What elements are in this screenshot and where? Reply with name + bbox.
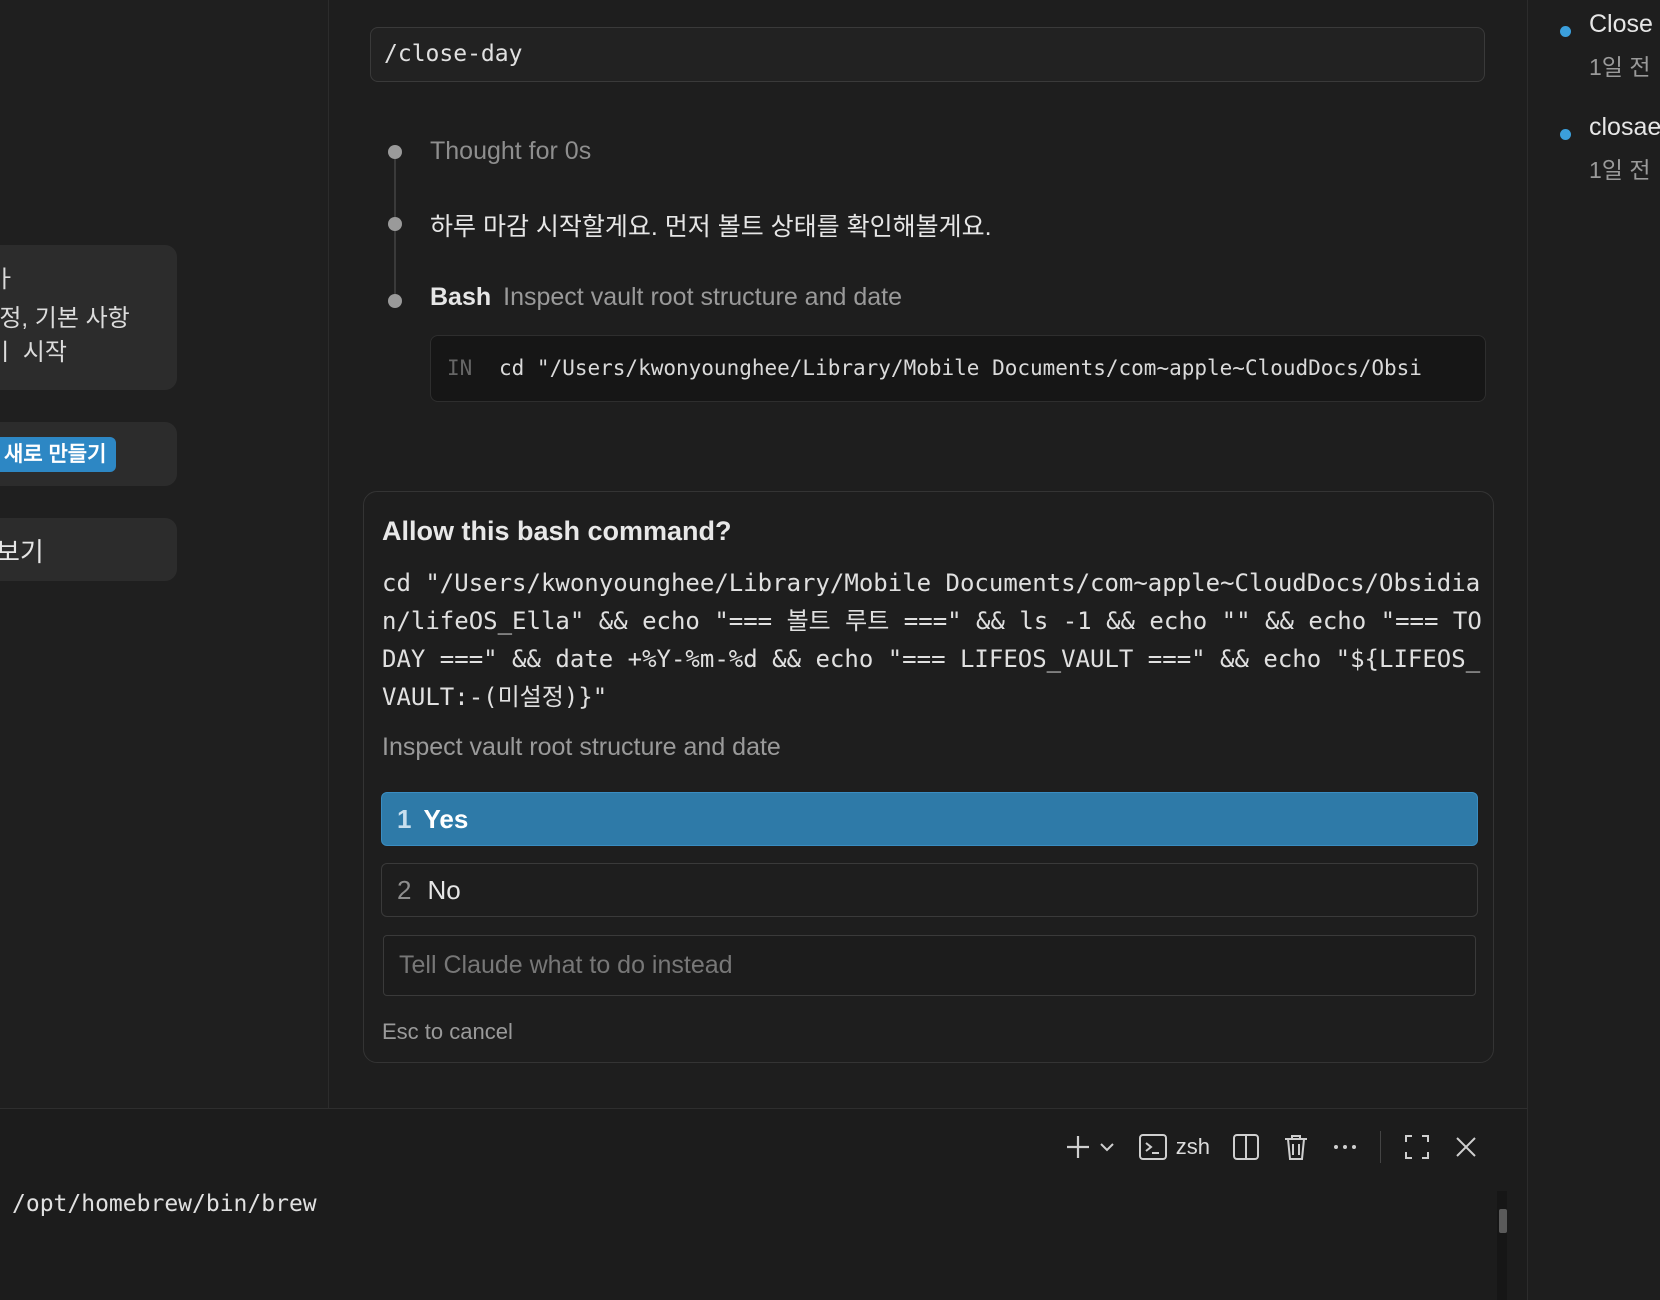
session-time: 1일 전 (1589, 54, 1651, 80)
trash-icon (1285, 1135, 1307, 1160)
tool-input-box: IN cd "/Users/kwonyounghee/Library/Mobil… (430, 335, 1486, 402)
more-actions-button[interactable] (1332, 1133, 1358, 1161)
timeline-dot (388, 217, 402, 231)
terminal-toolbar: zsh (1064, 1127, 1479, 1167)
permission-title: Allow this bash command? (382, 516, 732, 546)
tool-description: Inspect vault root structure and date (503, 283, 902, 311)
session-time: 1일 전 (1589, 157, 1651, 183)
in-label: IN (447, 356, 473, 380)
option-yes[interactable]: 1 Yes (381, 792, 1478, 846)
more-icon (1334, 1145, 1356, 1149)
new-terminal-button[interactable] (1064, 1133, 1116, 1161)
tool-name: Bash (430, 283, 492, 311)
shell-name: zsh (1175, 1134, 1210, 1159)
permission-dialog: Allow this bash command? cd "/Users/kwon… (363, 491, 1494, 1063)
chevron-down-icon (1100, 1143, 1114, 1152)
permission-description: Inspect vault root structure and date (382, 733, 781, 761)
tool-call-header[interactable]: Bash Inspect vault root structure and dat… (430, 283, 902, 312)
chat-panel: /close-day Thought for 0s 하루 마감 시작할게요. 먼… (330, 0, 1527, 1108)
assistant-message: 하루 마감 시작할게요. 먼저 볼트 상태를 확인해볼게요. (430, 213, 992, 241)
info-card-line-1: ㅏ (0, 266, 17, 293)
view-label: 보기 (0, 537, 44, 567)
option-number: 2 (397, 875, 412, 905)
new-button[interactable]: 새로 만들기 (0, 437, 117, 472)
option-no[interactable]: 2 No (381, 863, 1478, 917)
close-panel-button[interactable] (1453, 1134, 1479, 1160)
kill-terminal-button[interactable] (1282, 1132, 1310, 1162)
option-label: Yes (423, 804, 469, 834)
instead-input[interactable] (383, 935, 1476, 996)
terminal-output[interactable]: /opt/homebrew/bin/brew (12, 1191, 317, 1217)
view-card[interactable]: 보기 (0, 518, 177, 581)
thought-status[interactable]: Thought for 0s (430, 137, 591, 166)
terminal-scrollbar[interactable] (1497, 1191, 1507, 1300)
terminal-panel: zsh /opt/homebrew/bin/brew (0, 1108, 1527, 1300)
left-panel: ㅏ l정, 기본 사항 ㅣ 시작 새로 만들기 보기 (0, 0, 329, 1108)
status-dot (1560, 26, 1571, 37)
option-number: 1 (397, 804, 412, 834)
status-dot (1560, 129, 1571, 140)
info-card[interactable]: ㅏ l정, 기본 사항 ㅣ 시작 (0, 245, 177, 390)
app-window: ㅏ l정, 기본 사항 ㅣ 시작 새로 만들기 보기 /close-day Th… (0, 0, 1660, 1300)
info-card-line-2: l정, 기본 사항 (0, 305, 130, 332)
maximize-icon (1405, 1135, 1429, 1159)
toolbar-divider (1380, 1131, 1381, 1163)
new-card: 새로 만들기 (0, 422, 177, 486)
shell-selector[interactable]: zsh (1138, 1132, 1210, 1162)
esc-hint: Esc to cancel (382, 1019, 513, 1044)
timeline-dot (388, 294, 402, 308)
info-card-line-3: ㅣ 시작 (0, 339, 67, 366)
timeline-dot (388, 145, 402, 159)
session-title: closae (1589, 113, 1660, 141)
split-terminal-button[interactable] (1232, 1132, 1260, 1162)
option-label: No (427, 875, 461, 905)
terminal-icon (1138, 1134, 1167, 1160)
user-command: /close-day (370, 27, 1485, 82)
close-icon (1456, 1137, 1476, 1157)
plus-icon (1066, 1136, 1089, 1158)
session-title: Close (1589, 10, 1653, 38)
maximize-panel-button[interactable] (1403, 1133, 1431, 1161)
permission-command: cd "/Users/kwonyounghee/Library/Mobile D… (382, 569, 1482, 711)
split-icon (1233, 1134, 1259, 1160)
terminal-scroll-thumb[interactable] (1499, 1209, 1507, 1233)
tool-command-preview: cd "/Users/kwonyounghee/Library/Mobile D… (499, 356, 1422, 380)
right-panel: Close 1일 전 closae 1일 전 (1527, 0, 1660, 1300)
